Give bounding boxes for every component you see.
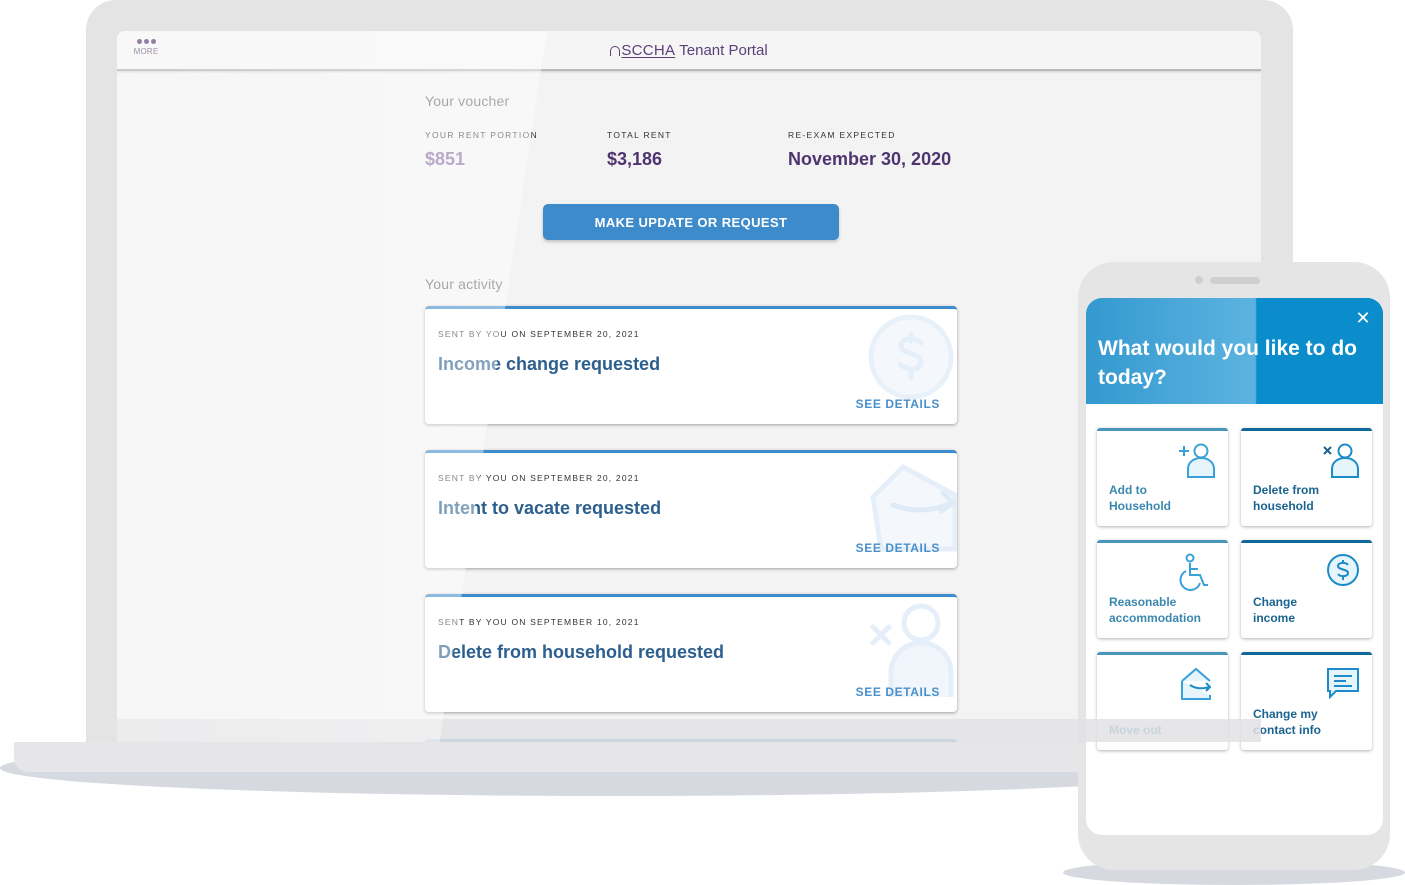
phone-camera [1195, 276, 1203, 284]
stat-value: November 30, 2020 [788, 149, 952, 169]
activity-card[interactable]: SENT BY YOU ON SEPTEMBER 20, 2021 Income… [425, 306, 957, 424]
card-meta: SENT BY YOU ON SEPTEMBER 10, 2021 [438, 617, 640, 627]
tile-label: Delete from household [1253, 483, 1320, 513]
stat-label: TOTAL RENT [607, 130, 672, 140]
top-bar: MORE SCCHA Tenant Portal [117, 31, 1261, 71]
delete-person-icon [870, 603, 954, 697]
brand-title[interactable]: SCCHA Tenant Portal [117, 42, 1261, 59]
brand-logo: SCCHA [621, 42, 676, 59]
dollar-circle-icon [868, 314, 954, 400]
tile-change-income[interactable]: Change income [1241, 540, 1372, 638]
mobile-header: ✕ What would you like to do today? [1086, 298, 1383, 404]
tile-label: Change income [1253, 595, 1298, 625]
see-details-link[interactable]: SEE DETAILS [856, 397, 940, 411]
wheelchair-icon [1179, 553, 1208, 591]
delete-person-icon [1323, 443, 1359, 478]
tile-label: Reasonable accommodation [1109, 595, 1202, 625]
activity-card-partial[interactable] [425, 739, 957, 742]
mobile-screen: ✕ What would you like to do today? Add t… [1086, 298, 1383, 835]
close-icon[interactable]: ✕ [1353, 308, 1373, 328]
make-update-request-button[interactable]: MAKE UPDATE OR REQUEST [543, 204, 839, 240]
brand-subtitle: Tenant Portal [679, 42, 768, 59]
house-logo-icon [610, 46, 621, 56]
see-details-link[interactable]: SEE DETAILS [856, 541, 940, 555]
tile-move-out[interactable]: Move out [1097, 652, 1228, 750]
card-title: Delete from household requested [438, 642, 725, 662]
stat-rent-portion: YOUR RENT PORTION $851 [425, 130, 538, 170]
card-meta: SENT BY YOU ON SEPTEMBER 20, 2021 [438, 473, 640, 483]
tile-reasonable-accommodation[interactable]: Reasonable accommodation [1097, 540, 1228, 638]
stat-total-rent: TOTAL RENT $3,186 [607, 130, 672, 170]
dollar-circle-icon [1327, 554, 1359, 586]
tile-label: Move out [1109, 723, 1162, 737]
stat-label: RE-EXAM EXPECTED [788, 130, 896, 140]
activity-heading: Your activity [425, 276, 503, 292]
phone-frame: ✕ What would you like to do today? Add t… [1078, 262, 1390, 870]
move-out-house-icon [870, 463, 957, 552]
add-person-icon [1179, 443, 1215, 478]
tile-change-contact-info[interactable]: Change my contact info [1241, 652, 1372, 750]
move-out-house-icon [1181, 667, 1212, 700]
card-meta: SENT BY YOU ON SEPTEMBER 20, 2021 [438, 329, 640, 339]
tile-label: Add to Household [1109, 483, 1171, 513]
tile-delete-from-household[interactable]: Delete from household [1241, 428, 1372, 526]
chat-message-icon [1327, 668, 1359, 700]
stat-value: $3,186 [607, 149, 663, 169]
tile-add-to-household[interactable]: Add to Household [1097, 428, 1228, 526]
activity-card[interactable]: SENT BY YOU ON SEPTEMBER 20, 2021 Intent… [425, 450, 957, 568]
stat-value: $851 [425, 149, 466, 169]
activity-card[interactable]: SENT BY YOU ON SEPTEMBER 10, 2021 Delete… [425, 594, 957, 712]
voucher-heading: Your voucher [425, 93, 510, 109]
see-details-link[interactable]: SEE DETAILS [856, 685, 940, 699]
phone-speaker [1210, 277, 1260, 284]
laptop-base [14, 742, 1234, 772]
card-title: Intent to vacate requested [438, 498, 662, 518]
mobile-title: What would you like to do today? [1098, 337, 1357, 389]
stat-label: YOUR RENT PORTION [425, 130, 538, 140]
stat-reexam-date: RE-EXAM EXPECTED November 30, 2020 [788, 130, 951, 170]
card-title: Income change requested [438, 354, 661, 374]
tile-label: Change my contact info [1253, 707, 1321, 737]
